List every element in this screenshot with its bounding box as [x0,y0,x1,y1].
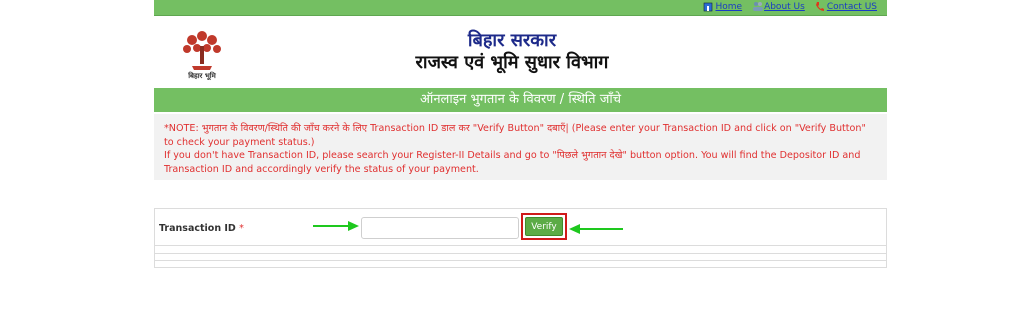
top-nav-bar: Home About Us Contact US [154,0,887,16]
transaction-id-input[interactable] [361,217,519,239]
contact-link-label: Contact US [826,1,877,12]
arrow-right-icon [313,221,359,231]
required-mark: * [239,223,244,234]
note-box: *NOTE: भुगतान के विवरण/स्थिति की जाँच कर… [154,114,887,180]
note-line-3: If you don't have Transaction ID, please… [164,150,861,161]
arrow-left-icon [569,224,623,234]
phone-icon [815,1,825,12]
page-title: बिहार सरकार [467,30,557,51]
about-link[interactable]: About Us [752,1,805,12]
row-divider [155,260,886,261]
users-icon [752,1,764,12]
section-heading: ऑनलाइन भुगतान के विवरण / स्थिति जाँचे [154,88,887,112]
contact-link[interactable]: Contact US [815,1,877,12]
top-links: Home About Us Contact US [703,1,877,12]
transaction-id-label-text: Transaction ID [159,223,236,234]
home-link-label: Home [715,1,743,12]
row-divider [155,245,886,246]
about-link-label: About Us [764,1,805,12]
note-line-2: to check your payment status.) [164,136,315,148]
transaction-id-label: Transaction ID * [159,223,244,234]
verify-highlight-box: Verify [521,213,567,240]
home-link[interactable]: Home [703,1,742,12]
verify-button[interactable]: Verify [525,217,563,236]
note-line-1: *NOTE: भुगतान के विवरण/स्थिति की जाँच कर… [164,123,866,134]
row-divider [155,253,886,254]
department-title: राजस्व एवं भूमि सुधार विभाग [415,52,609,73]
transaction-form: Transaction ID * Verify [154,208,887,268]
note-line-4: Transaction ID and accordingly verify th… [164,163,479,175]
home-icon [703,1,713,12]
